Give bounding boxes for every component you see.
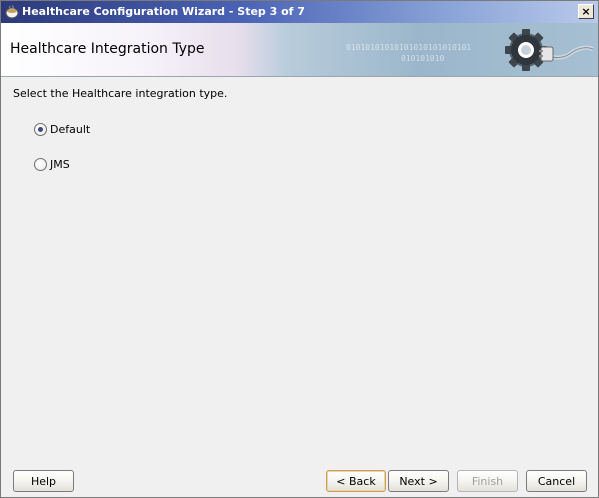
window-title: Healthcare Configuration Wizard - Step 3… <box>22 5 305 18</box>
radio-button-default[interactable] <box>34 122 47 136</box>
finish-button[interactable]: Finish <box>457 470 518 492</box>
title-bar[interactable]: Healthcare Configuration Wizard - Step 3… <box>1 1 598 23</box>
cancel-button[interactable]: Cancel <box>526 470 587 492</box>
instruction-text: Select the Healthcare integration type. <box>13 87 228 100</box>
wizard-header: Healthcare Integration Type 010101010101… <box>1 23 598 77</box>
radio-option-default[interactable]: Default <box>34 122 90 136</box>
radio-label-default[interactable]: Default <box>50 123 90 136</box>
radio-option-jms[interactable]: JMS <box>34 157 70 171</box>
radio-button-jms[interactable] <box>34 157 47 171</box>
page-title: Healthcare Integration Type <box>10 41 205 57</box>
gear-plug-icon <box>499 23 595 76</box>
radio-label-jms[interactable]: JMS <box>50 158 70 171</box>
back-button[interactable]: < Back <box>326 470 386 492</box>
binary-decoration: 01010101010101010101010101 <box>346 43 472 52</box>
coffee-cup-icon <box>4 4 20 20</box>
wizard-window: Healthcare Configuration Wizard - Step 3… <box>0 0 599 498</box>
close-button[interactable]: × <box>578 4 594 19</box>
next-button[interactable]: Next > <box>388 470 449 492</box>
binary-decoration-2: 010101010 <box>401 54 445 63</box>
help-button[interactable]: Help <box>13 470 74 492</box>
